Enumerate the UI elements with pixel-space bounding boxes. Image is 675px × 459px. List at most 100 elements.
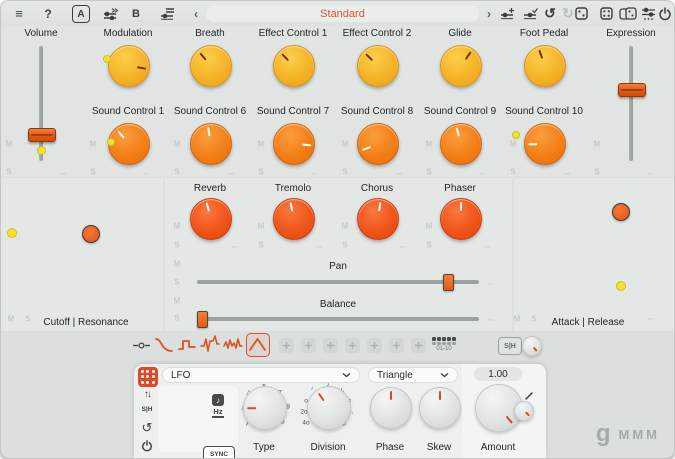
lfo-shape-dropdown[interactable]: Triangle	[368, 367, 458, 383]
confirm-mapping-icon[interactable]	[522, 1, 540, 26]
breath-knob[interactable]	[190, 45, 232, 87]
modulator-slot-triangle-selected[interactable]	[246, 333, 270, 357]
lfo-sample-hold-icon[interactable]: S|H	[138, 406, 156, 413]
effect-control-2-knob[interactable]	[357, 45, 399, 87]
ghost-label: ...	[227, 167, 235, 177]
ghost-label: S	[174, 240, 180, 250]
modulator-add-slot-1[interactable]	[279, 338, 294, 353]
ghost-label: M	[509, 139, 517, 149]
tremolo-knob[interactable]	[273, 198, 315, 240]
mapping-list-icon[interactable]	[158, 1, 176, 26]
sound-control-8-knob[interactable]	[357, 123, 399, 165]
ghost-label: S	[174, 167, 180, 177]
modulation-knob[interactable]	[108, 45, 150, 87]
xy-pad-attack-release[interactable]	[514, 178, 674, 331]
sync-button[interactable]: SYNC	[203, 446, 235, 458]
upper-mapping-band	[1, 26, 674, 177]
cutoff-resonance-dot[interactable]	[82, 225, 100, 243]
preset-next-icon[interactable]: ›	[484, 1, 494, 26]
sample-hold-mix-knob[interactable]	[522, 336, 542, 356]
lfo-amount-curve-knob[interactable]	[514, 401, 534, 421]
modulator-slot-ramp-icon[interactable]	[154, 335, 174, 355]
dice-pair-icon[interactable]	[618, 1, 638, 26]
power-icon[interactable]	[657, 1, 673, 26]
cutoff-learn-dot	[7, 228, 17, 238]
ghost-label: ...	[395, 167, 403, 177]
xy-pad-cutoff-resonance[interactable]	[1, 178, 163, 331]
ghost-label: S	[90, 167, 96, 177]
ghost-label: ...	[311, 167, 319, 177]
undo-icon[interactable]: ↺	[542, 1, 558, 26]
preset-prev-icon[interactable]: ‹	[191, 1, 201, 26]
randomize-sliders-icon[interactable]	[639, 1, 657, 26]
ghost-label: S	[594, 167, 600, 177]
preset-selector[interactable]: Standard	[206, 5, 479, 22]
chevron-down-icon	[342, 370, 351, 381]
lfo-title-dropdown[interactable]: LFO	[162, 367, 360, 383]
lfo-reorder-icon[interactable]: ↑↓	[138, 389, 156, 400]
attack-release-dot[interactable]	[612, 203, 630, 221]
copy-a-to-b-icon[interactable]	[102, 1, 120, 26]
phaser-knob[interactable]	[440, 198, 482, 240]
sample-hold-button[interactable]: S|H	[498, 337, 522, 355]
modulator-add-slot-7[interactable]	[411, 338, 426, 353]
lfo-skew-knob[interactable]	[419, 387, 461, 429]
modulator-add-slot-3[interactable]	[323, 338, 338, 353]
modulator-slot-spike-icon[interactable]	[200, 335, 220, 355]
effect-control-1-label: Effect Control 1	[258, 28, 328, 39]
modulator-slot-jagged-icon[interactable]	[223, 335, 243, 355]
sound-control-7-knob[interactable]	[273, 123, 315, 165]
dice-a-icon[interactable]	[573, 1, 589, 26]
lfo-reset-icon[interactable]: ↺	[138, 420, 156, 436]
help-icon[interactable]: ?	[41, 1, 55, 26]
ghost-label: ...	[59, 167, 67, 177]
chorus-label: Chorus	[360, 183, 394, 194]
lfo-type-knob[interactable]	[243, 386, 287, 430]
modulator-pager[interactable]: 01-10	[428, 337, 460, 352]
expression-slider[interactable]	[629, 46, 633, 161]
lfo-phase-knob[interactable]	[370, 387, 412, 429]
chevron-down-icon	[440, 370, 449, 381]
ghost-label: S	[342, 240, 348, 250]
modulator-add-slot-5[interactable]	[367, 338, 382, 353]
lfo-title: LFO	[171, 369, 191, 381]
pan-slider-handle[interactable]	[443, 274, 454, 291]
foot-pedal-label: Foot Pedal	[519, 28, 569, 39]
effect-control-1-knob[interactable]	[273, 45, 315, 87]
modulator-add-slot-6[interactable]	[389, 338, 404, 353]
ghost-label: M	[173, 221, 181, 231]
reverb-knob[interactable]	[190, 198, 232, 240]
sound-control-7-label: Sound Control 7	[256, 106, 330, 117]
ghost-label: ...	[647, 167, 655, 177]
volume-slider[interactable]	[39, 46, 43, 161]
lfo-amount-value[interactable]: 1.00	[474, 367, 522, 381]
pan-slider[interactable]	[197, 280, 479, 284]
ghost-label: ...	[647, 312, 655, 322]
slot-b-button[interactable]: B	[130, 1, 142, 26]
dice-b-icon[interactable]	[598, 1, 614, 26]
balance-slider-handle[interactable]	[197, 311, 208, 328]
ghost-label: ...	[483, 240, 491, 250]
modulator-add-slot-4[interactable]	[345, 338, 360, 353]
glide-knob[interactable]	[440, 45, 482, 87]
modulator-add-slot-2[interactable]	[301, 338, 316, 353]
add-mapping-icon[interactable]	[499, 1, 517, 26]
foot-pedal-knob[interactable]	[524, 45, 566, 87]
lfo-power-icon[interactable]	[138, 439, 156, 457]
sound-control-6-knob[interactable]	[190, 123, 232, 165]
balance-slider[interactable]	[197, 317, 479, 321]
lfo-division-knob[interactable]	[307, 386, 351, 430]
menu-icon[interactable]: ≡	[12, 1, 26, 26]
volume-slider-handle[interactable]	[28, 128, 56, 142]
ghost-label: S	[174, 313, 180, 323]
slot-a-button[interactable]: A	[72, 5, 90, 23]
expression-slider-handle[interactable]	[618, 83, 646, 97]
ghost-label: ...	[315, 240, 323, 250]
modulator-pager-label: 01-10	[436, 346, 452, 352]
note-hz-toggle[interactable]: ♪ Hz	[206, 394, 230, 422]
modulator-slot-step-icon[interactable]	[177, 335, 197, 355]
sound-control-10-knob[interactable]	[524, 123, 566, 165]
chorus-knob[interactable]	[357, 198, 399, 240]
sound-control-9-knob[interactable]	[440, 123, 482, 165]
balance-label: Balance	[319, 299, 357, 310]
